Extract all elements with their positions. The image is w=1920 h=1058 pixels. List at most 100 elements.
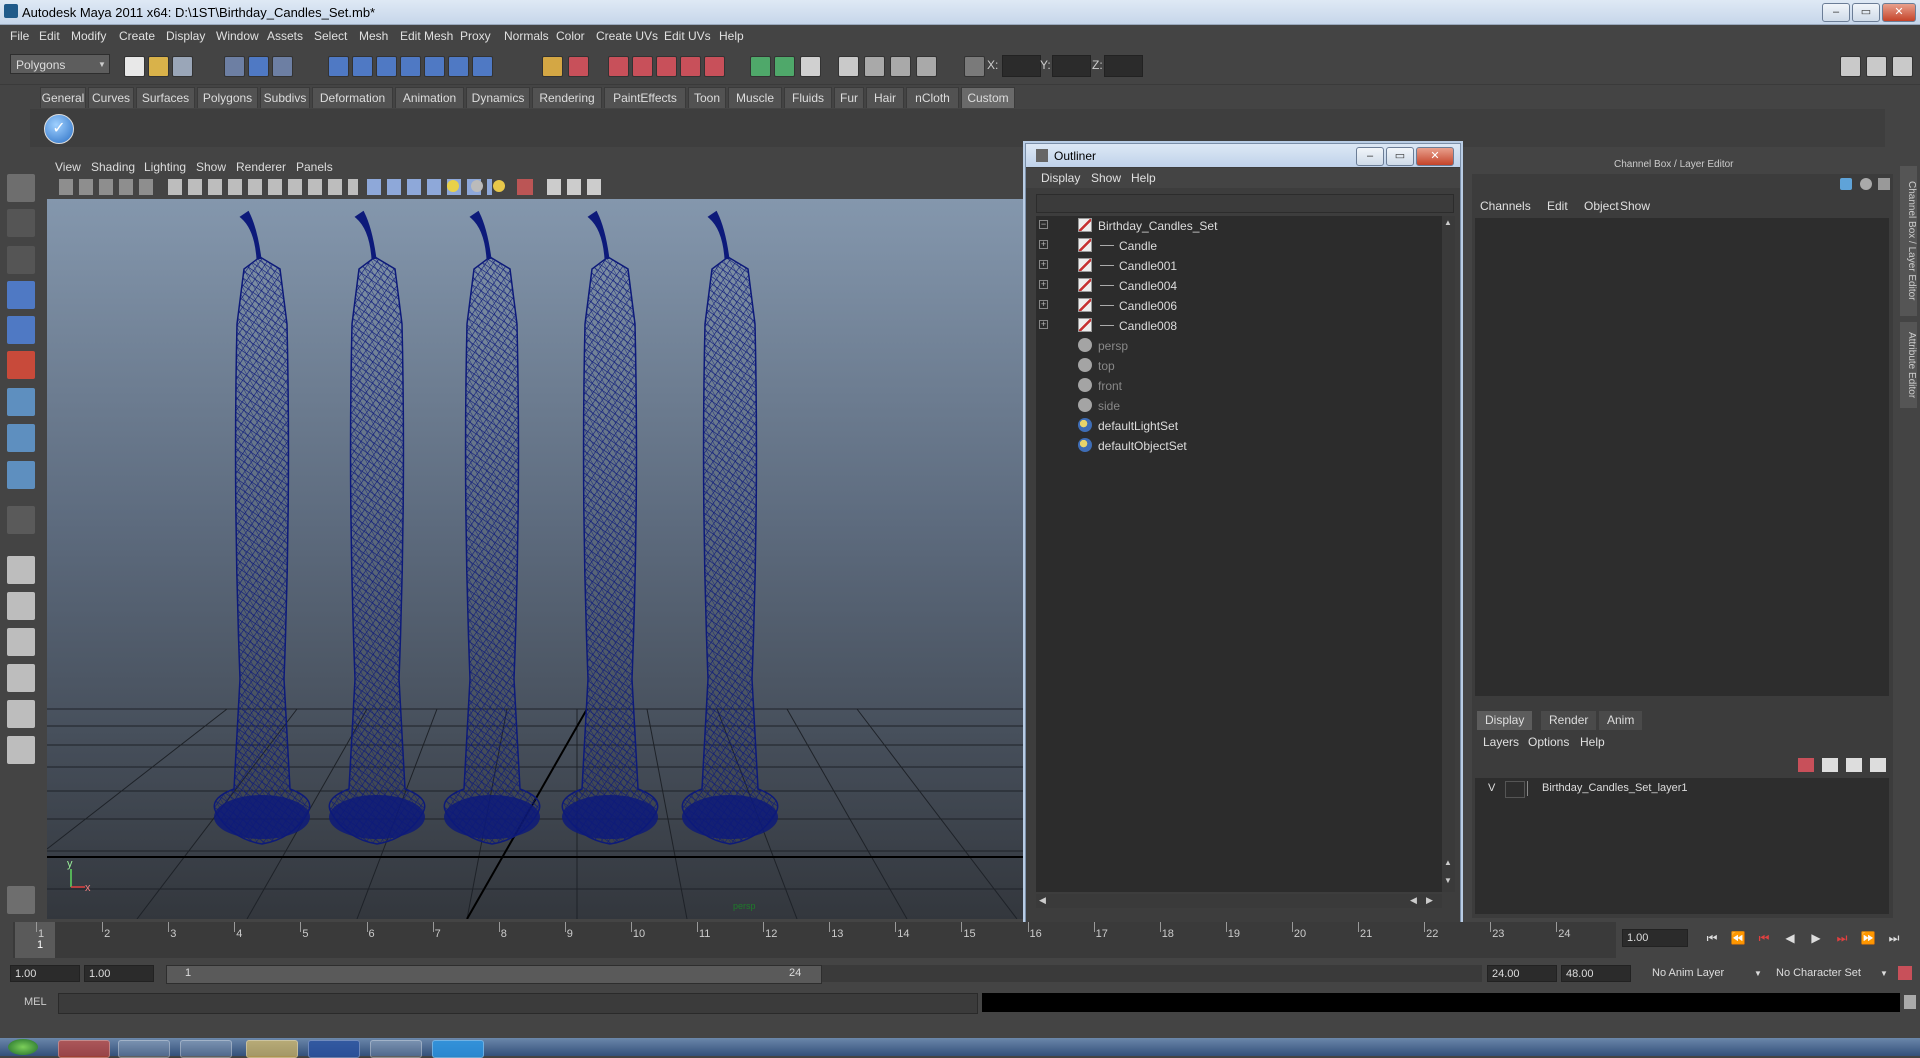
menu-edit-mesh[interactable]: Edit Mesh <box>400 29 453 43</box>
attribute-editor-toggle-icon[interactable] <box>1866 56 1887 77</box>
scroll-up-small-icon[interactable]: ▲ <box>1444 858 1452 867</box>
xray-icons[interactable] <box>547 179 607 195</box>
select-object-icon[interactable] <box>248 56 269 77</box>
menu-mesh[interactable]: Mesh <box>359 29 388 43</box>
z-field[interactable] <box>1104 55 1143 77</box>
menu-normals[interactable]: Normals <box>504 29 549 43</box>
taskbar-skype-icon[interactable] <box>432 1040 484 1058</box>
outliner-vertical-scrollbar[interactable]: ▲ ▲ ▼ <box>1442 216 1455 892</box>
viewport-menu-lighting[interactable]: Lighting <box>144 160 186 174</box>
anim-layer-dropdown[interactable]: No Anim Layer <box>1652 965 1724 982</box>
channel-box-menu-channels[interactable]: Channels <box>1480 199 1531 213</box>
snap-curve-icon[interactable] <box>352 56 373 77</box>
shadow-sphere-icon[interactable] <box>471 180 483 192</box>
go-to-end-icon[interactable]: ⏭ <box>1886 931 1902 947</box>
playback-start-field[interactable]: 1.00 <box>84 965 154 982</box>
animation-end-field[interactable]: 48.00 <box>1561 965 1631 982</box>
animation-start-field[interactable]: 1.00 <box>10 965 80 982</box>
time-slider[interactable]: 1 1 2 3 4 5 6 7 8 9 10 11 12 13 14 15 16 17 18 19 20 21 22 23 2… <box>13 922 1616 958</box>
light-sphere-icon[interactable] <box>493 180 505 192</box>
shelf-tab-muscle[interactable]: Muscle <box>728 87 782 108</box>
outliner-item[interactable]: − Birthday_Candles_Set <box>1036 216 1436 235</box>
channel-box-menu-show[interactable]: Show <box>1620 199 1650 213</box>
character-set-chevron-down-icon[interactable]: ▼ <box>1880 965 1888 982</box>
four-view-layout-icon[interactable] <box>7 592 35 620</box>
snap-plane-icon[interactable] <box>400 56 421 77</box>
outliner-maximize-button[interactable]: ▭ <box>1386 147 1414 166</box>
taskbar-photoshop-icon[interactable] <box>308 1040 360 1058</box>
input-ops-icon[interactable] <box>750 56 771 77</box>
open-scene-icon[interactable] <box>148 56 169 77</box>
snap-live-icon[interactable] <box>424 56 445 77</box>
shelf-tab-rendering[interactable]: Rendering <box>532 87 602 108</box>
go-to-start-icon[interactable]: ⏮ <box>1704 931 1720 947</box>
menu-display[interactable]: Display <box>166 29 205 43</box>
graph-outliner-layout-icon[interactable] <box>7 736 35 764</box>
step-forward-frame-icon[interactable]: ⏭ <box>1834 931 1850 947</box>
layer-type-toggle[interactable] <box>1505 781 1525 798</box>
layer-tab-anim[interactable]: Anim <box>1599 711 1643 730</box>
taskbar-chrome-icon[interactable] <box>58 1040 110 1058</box>
rotate-tool-icon[interactable] <box>7 316 35 344</box>
menu-assets[interactable]: Assets <box>267 29 303 43</box>
range-slider[interactable]: 1 24 <box>166 965 822 984</box>
menu-color[interactable]: Color <box>556 29 585 43</box>
viewport-menu-panels[interactable]: Panels <box>296 160 333 174</box>
shelf-tab-fluids[interactable]: Fluids <box>784 87 832 108</box>
channel-box-attributes[interactable] <box>1475 218 1889 696</box>
select-lock-icon[interactable] <box>568 56 589 77</box>
hypershade-icon[interactable] <box>916 56 937 77</box>
display-mode-icons[interactable] <box>168 179 358 195</box>
step-back-frame-icon[interactable]: ⏮ <box>1756 931 1772 947</box>
outliner-menu-help[interactable]: Help <box>1131 171 1156 185</box>
perspective-viewport[interactable]: y x persp <box>47 199 1024 919</box>
perspective-graph-layout-icon[interactable] <box>7 664 35 692</box>
expand-plus-icon[interactable]: + <box>1039 320 1048 329</box>
new-scene-icon[interactable] <box>124 56 145 77</box>
scroll-up-icon[interactable]: ▲ <box>1444 218 1452 227</box>
outliner-list[interactable]: − Birthday_Candles_Set + Candle + Candle001 + C… <box>1036 216 1442 892</box>
shelf-tab-deformation[interactable]: Deformation <box>312 87 393 108</box>
render-globals-icon[interactable] <box>890 56 911 77</box>
move-tool-icon[interactable] <box>7 281 35 309</box>
perspective-outliner-layout-icon[interactable] <box>7 628 35 656</box>
manipulator-tool-icon[interactable] <box>7 388 35 416</box>
current-time-field[interactable]: 1.00 <box>1622 929 1688 947</box>
taskbar-maya-icon[interactable] <box>370 1040 422 1058</box>
shelf-tab-general[interactable]: General <box>40 87 86 108</box>
layer-list[interactable]: V Birthday_Candles_Set_layer1 <box>1475 778 1889 914</box>
shelf-tab-custom[interactable]: Custom <box>961 87 1015 108</box>
layer-color-swatch[interactable] <box>1527 781 1542 796</box>
channel-box-lock-icon[interactable] <box>1860 178 1872 190</box>
shelf-tab-ncloth[interactable]: nCloth <box>906 87 959 108</box>
outliner-item[interactable]: top <box>1036 356 1436 375</box>
outliner-item[interactable]: defaultLightSet <box>1036 416 1436 435</box>
menu-edit-uvs[interactable]: Edit UVs <box>664 29 711 43</box>
channel-box-settings-icon[interactable] <box>1878 178 1890 190</box>
current-frame-marker[interactable]: 1 <box>15 922 55 958</box>
shelf-tab-curves[interactable]: Curves <box>88 87 134 108</box>
candle-mesh[interactable] <box>561 210 659 845</box>
outliner-item[interactable]: persp <box>1036 336 1436 355</box>
viewport-menu-show[interactable]: Show <box>196 160 226 174</box>
collapse-minus-icon[interactable]: − <box>1039 220 1048 229</box>
shelf-tab-fur[interactable]: Fur <box>834 87 864 108</box>
layer-row[interactable]: V Birthday_Candles_Set_layer1 <box>1479 780 1885 798</box>
channel-box-menu-object[interactable]: Object <box>1584 199 1619 213</box>
snap-to-curves-icon[interactable] <box>632 56 653 77</box>
scroll-left-icon[interactable]: ◀ <box>1039 895 1046 906</box>
select-tool-icon[interactable] <box>7 174 35 202</box>
camera-tools-icons[interactable] <box>59 179 154 195</box>
maximize-button[interactable]: ▭ <box>1852 3 1880 22</box>
last-tool-icon[interactable] <box>7 506 35 534</box>
scale-tool-icon[interactable] <box>7 351 35 379</box>
outliner-item[interactable]: + Candle006 <box>1036 296 1436 315</box>
new-layer-icon[interactable] <box>1822 758 1838 772</box>
menu-select[interactable]: Select <box>314 29 347 43</box>
lasso-tool-icon[interactable] <box>7 209 35 237</box>
single-perspective-layout-icon[interactable] <box>7 556 35 584</box>
play-backward-icon[interactable]: ◀ <box>1782 931 1798 947</box>
menu-window[interactable]: Window <box>216 29 259 43</box>
outliner-item[interactable]: + Candle001 <box>1036 256 1436 275</box>
candle-mesh[interactable] <box>213 210 311 845</box>
